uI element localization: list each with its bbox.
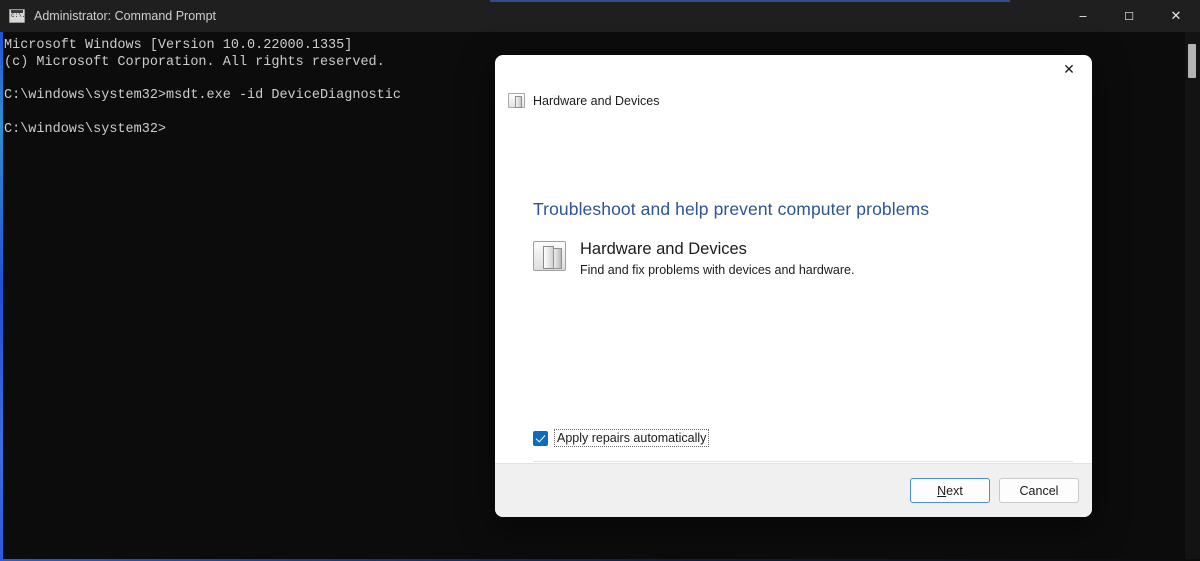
minimize-button[interactable]: − bbox=[1060, 0, 1106, 32]
command-prompt-icon bbox=[9, 9, 25, 23]
hardware-device-large-icon bbox=[533, 241, 566, 271]
topic-text-group: Hardware and Devices Find and fix proble… bbox=[580, 238, 854, 279]
titlebar-top-highlight bbox=[490, 0, 1010, 2]
maximize-button[interactable]: ☐ bbox=[1106, 0, 1152, 32]
topic-description: Find and fix problems with devices and h… bbox=[580, 263, 855, 277]
page-title: Troubleshoot and help prevent computer p… bbox=[533, 199, 930, 219]
terminal-scrollbar-thumb[interactable] bbox=[1188, 44, 1196, 78]
next-button-label-rest: ext bbox=[946, 483, 963, 498]
apply-repairs-checkbox-label[interactable]: Apply repairs automatically bbox=[554, 429, 710, 447]
dialog-footer: Next Cancel bbox=[495, 463, 1092, 517]
troubleshooter-topic: Hardware and Devices Find and fix proble… bbox=[533, 238, 1073, 279]
terminal-titlebar[interactable]: Administrator: Command Prompt − ☐ ✕ bbox=[0, 0, 1200, 32]
next-button[interactable]: Next bbox=[910, 478, 990, 503]
dialog-close-icon[interactable]: ✕ bbox=[1046, 55, 1092, 85]
apply-repairs-checkbox-row[interactable]: Apply repairs automatically bbox=[533, 429, 710, 447]
window-controls: − ☐ ✕ bbox=[1060, 0, 1200, 32]
close-window-button[interactable]: ✕ bbox=[1152, 0, 1200, 32]
hardware-device-icon bbox=[508, 93, 525, 108]
topic-title: Hardware and Devices bbox=[580, 240, 747, 258]
apply-repairs-checkbox[interactable] bbox=[533, 430, 548, 446]
next-button-accelerator: N bbox=[937, 483, 947, 498]
cancel-button[interactable]: Cancel bbox=[999, 478, 1079, 503]
dialog-header-title: Hardware and Devices bbox=[533, 93, 660, 108]
terminal-scrollbar[interactable] bbox=[1185, 32, 1200, 561]
terminal-title: Administrator: Command Prompt bbox=[34, 9, 217, 23]
footer-divider bbox=[533, 461, 1073, 462]
dialog-header: Hardware and Devices bbox=[508, 93, 659, 108]
hardware-and-devices-troubleshooter-dialog: ✕ Hardware and Devices Troubleshoot and … bbox=[495, 55, 1092, 517]
